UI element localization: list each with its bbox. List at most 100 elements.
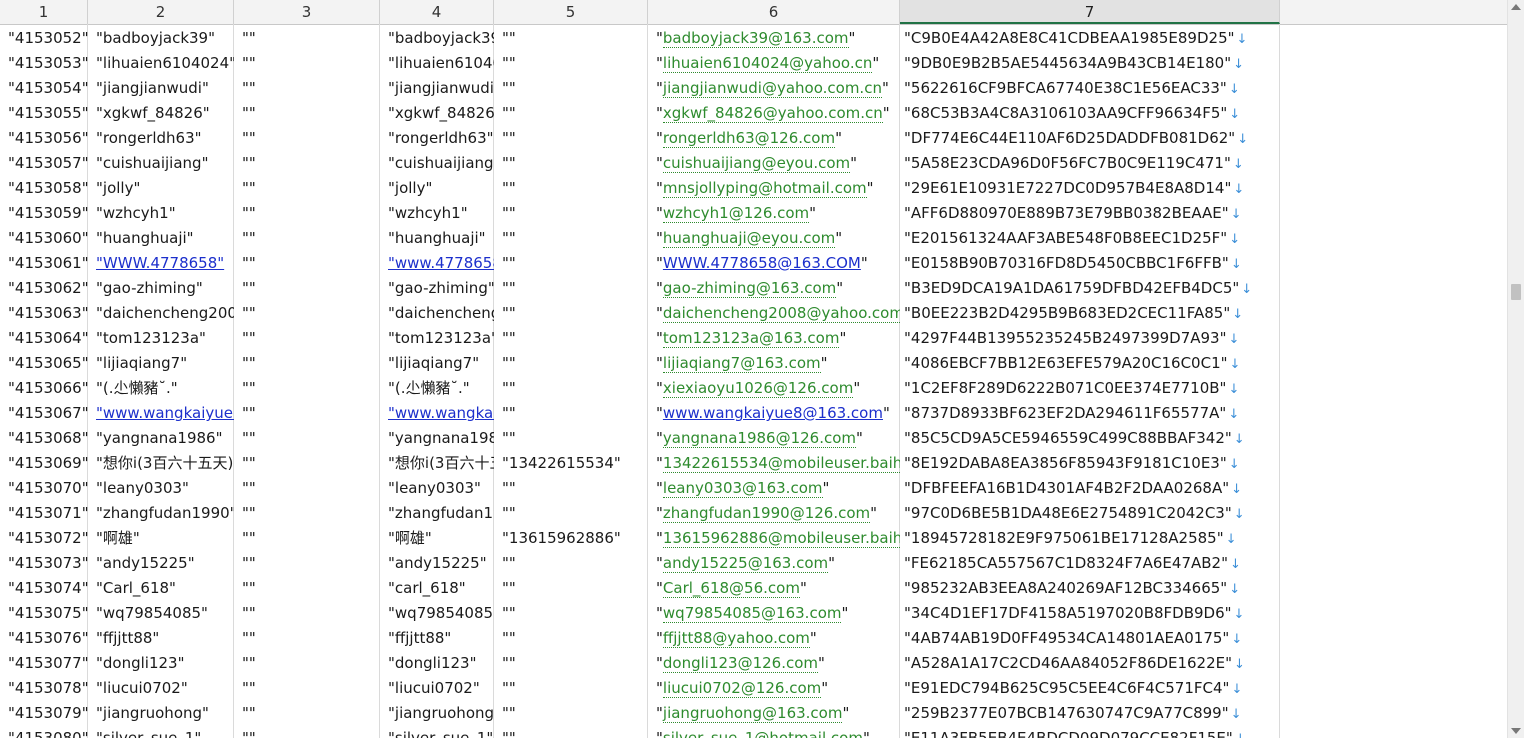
cell-col-7[interactable]: "E0158B90B70316FD8D5450CBBC1F6FFB" ↓ <box>900 251 1280 276</box>
cell-col-7[interactable]: "C9B0E4A42A8E8C41CDBEAA1985E89D25" ↓ <box>900 26 1280 51</box>
cell-col-1[interactable]: "4153064" <box>0 326 88 351</box>
email-link[interactable]: yangnana1986@126.com <box>662 429 857 448</box>
column-header-6[interactable]: 6 <box>648 0 900 24</box>
cell-col-4[interactable]: "huanghuaji" <box>380 226 494 251</box>
cell-col-7[interactable]: "68C53B3A4C8A3106103AA9CFF96634F5" ↓ <box>900 101 1280 126</box>
cell-col-2[interactable]: "WWW.4778658" <box>88 251 234 276</box>
cell-col-6[interactable]: "13615962886@mobileuser.baih <box>648 526 900 551</box>
cell-col-5[interactable]: "" <box>494 476 648 501</box>
email-link[interactable]: wq79854085@163.com <box>662 604 842 623</box>
cell-col-5[interactable]: "13422615534" <box>494 451 648 476</box>
email-link[interactable]: jiangruohong@163.com <box>662 704 843 723</box>
cell-col-7[interactable]: "4AB74AB19D0FF49534CA14801AEA0175" ↓ <box>900 626 1280 651</box>
cell-col-2[interactable]: "badboyjack39" <box>88 26 234 51</box>
cell-col-3[interactable]: "" <box>234 701 380 726</box>
cell-col-1[interactable]: "4153068" <box>0 426 88 451</box>
cell-col-7[interactable]: "5A58E23CDA96D0F56FC7B0C9E119C471" ↓ <box>900 151 1280 176</box>
cell-col-5[interactable]: "" <box>494 26 648 51</box>
cell-col-1[interactable]: "4153074" <box>0 576 88 601</box>
cell-col-6[interactable]: "gao-zhiming@163.com" <box>648 276 900 301</box>
cell-col-7[interactable]: "85C5CD9A5CE5946559C499C88BBAF342" ↓ <box>900 426 1280 451</box>
cell-col-1[interactable]: "4153070" <box>0 476 88 501</box>
cell-col-4[interactable]: "badboyjack39 <box>380 26 494 51</box>
email-link[interactable]: cuishuaijiang@eyou.com <box>662 154 851 173</box>
cell-col-5[interactable]: "" <box>494 401 648 426</box>
email-link[interactable]: mnsjollyping@hotmail.com <box>662 179 867 198</box>
cell-col-1[interactable]: "4153056" <box>0 126 88 151</box>
cell-col-4[interactable]: "rongerldh63" <box>380 126 494 151</box>
cell-col-6[interactable]: "jiangruohong@163.com" <box>648 701 900 726</box>
cell-col-3[interactable]: "" <box>234 276 380 301</box>
cell-col-1[interactable]: "4153080" <box>0 726 88 738</box>
email-link[interactable]: tom123123a@163.com <box>662 329 840 348</box>
cell-col-2[interactable]: "yangnana1986" <box>88 426 234 451</box>
cell-col-5[interactable]: "" <box>494 651 648 676</box>
cell-col-3[interactable]: "" <box>234 351 380 376</box>
email-link[interactable]: WWW.4778658@163.COM <box>663 254 861 272</box>
email-link[interactable]: Carl_618@56.com <box>662 579 800 598</box>
email-link[interactable]: gao-zhiming@163.com <box>662 279 837 298</box>
cell-col-2[interactable]: "liucui0702" <box>88 676 234 701</box>
cell-col-1[interactable]: "4153076" <box>0 626 88 651</box>
cell-col-6[interactable]: "mnsjollyping@hotmail.com" <box>648 176 900 201</box>
cell-col-7[interactable]: "DFBFEEFA16B1D4301AF4B2F2DAA0268A" ↓ <box>900 476 1280 501</box>
scrollbar-thumb[interactable] <box>1511 284 1521 300</box>
cell-col-6[interactable]: "rongerldh63@126.com" <box>648 126 900 151</box>
cell-col-7[interactable]: "E201561324AAF3ABE548F0B8EEC1D25F" ↓ <box>900 226 1280 251</box>
cell-col-2[interactable]: "wq79854085" <box>88 601 234 626</box>
email-link[interactable]: badboyjack39@163.com <box>662 29 849 48</box>
email-link[interactable]: jiangjianwudi@yahoo.com.cn <box>662 79 882 98</box>
cell-col-2[interactable]: "jiangjianwudi" <box>88 76 234 101</box>
cell-col-7[interactable]: "9DB0E9B2B5AE5445634A9B43CB14E180" ↓ <box>900 51 1280 76</box>
cell-col-1[interactable]: "4153072" <box>0 526 88 551</box>
cell-col-1[interactable]: "4153075" <box>0 601 88 626</box>
cell-col-1[interactable]: "4153065" <box>0 351 88 376</box>
cell-col-1[interactable]: "4153062" <box>0 276 88 301</box>
cell-col-4[interactable]: "wzhcyh1" <box>380 201 494 226</box>
cell-col-5[interactable]: "" <box>494 101 648 126</box>
cell-col-7[interactable]: "B3ED9DCA19A1DA61759DFBD42EFB4DC5" ↓ <box>900 276 1280 301</box>
email-link[interactable]: wzhcyh1@126.com <box>662 204 810 223</box>
cell-col-3[interactable]: "" <box>234 451 380 476</box>
cell-col-4[interactable]: "www.wangkai <box>380 401 494 426</box>
cell-col-3[interactable]: "" <box>234 251 380 276</box>
cell-col-5[interactable]: "13615962886" <box>494 526 648 551</box>
cell-col-1[interactable]: "4153054" <box>0 76 88 101</box>
column-header-1[interactable]: 1 <box>0 0 88 24</box>
cell-col-5[interactable]: "" <box>494 151 648 176</box>
cell-col-2[interactable]: "啊雄" <box>88 526 234 551</box>
email-link[interactable]: zhangfudan1990@126.com <box>662 504 871 523</box>
cell-col-2[interactable]: "wzhcyh1" <box>88 201 234 226</box>
cell-col-7[interactable]: "4297F44B13955235245B2497399D7A93" ↓ <box>900 326 1280 351</box>
cell-col-6[interactable]: "www.wangkaiyue8@163.com" <box>648 401 900 426</box>
cell-col-6[interactable]: "leany0303@163.com" <box>648 476 900 501</box>
cell-col-6[interactable]: "13422615534@mobileuser.baih <box>648 451 900 476</box>
cell-col-4[interactable]: "wq79854085" <box>380 601 494 626</box>
email-link[interactable]: www.wangkaiyue8@163.com <box>663 404 883 422</box>
cell-col-2[interactable]: "andy15225" <box>88 551 234 576</box>
cell-col-3[interactable]: "" <box>234 301 380 326</box>
cell-col-2[interactable]: "(.尐懶豬˘." <box>88 376 234 401</box>
cell-col-7[interactable]: "AFF6D880970E889B73E79BB0382BEAAE" ↓ <box>900 201 1280 226</box>
cell-col-1[interactable]: "4153061" <box>0 251 88 276</box>
cell-col-3[interactable]: "" <box>234 651 380 676</box>
cell-col-5[interactable]: "" <box>494 176 648 201</box>
cell-col-5[interactable]: "" <box>494 251 648 276</box>
email-link[interactable]: 13615962886@mobileuser.baih <box>662 529 900 548</box>
cell-col-5[interactable]: "" <box>494 76 648 101</box>
cell-col-6[interactable]: "silver_sue_1@hotmail.com" <box>648 726 900 738</box>
cell-col-1[interactable]: "4153057" <box>0 151 88 176</box>
cell-col-5[interactable]: "" <box>494 701 648 726</box>
email-link[interactable]: liucui0702@126.com <box>662 679 822 698</box>
cell-col-7[interactable]: "29E61E10931E7227DC0D957B4E8A8D14" ↓ <box>900 176 1280 201</box>
cell-col-6[interactable]: "yangnana1986@126.com" <box>648 426 900 451</box>
cell-col-2[interactable]: "dongli123" <box>88 651 234 676</box>
vertical-scrollbar[interactable] <box>1507 0 1524 738</box>
email-link[interactable]: andy15225@163.com <box>662 554 829 573</box>
cell-col-1[interactable]: "4153067" <box>0 401 88 426</box>
cell-col-3[interactable]: "" <box>234 726 380 738</box>
cell-col-5[interactable]: "" <box>494 226 648 251</box>
cell-col-6[interactable]: "wq79854085@163.com" <box>648 601 900 626</box>
cell-col-2[interactable]: "xgkwf_84826" <box>88 101 234 126</box>
cell-col-3[interactable]: "" <box>234 26 380 51</box>
